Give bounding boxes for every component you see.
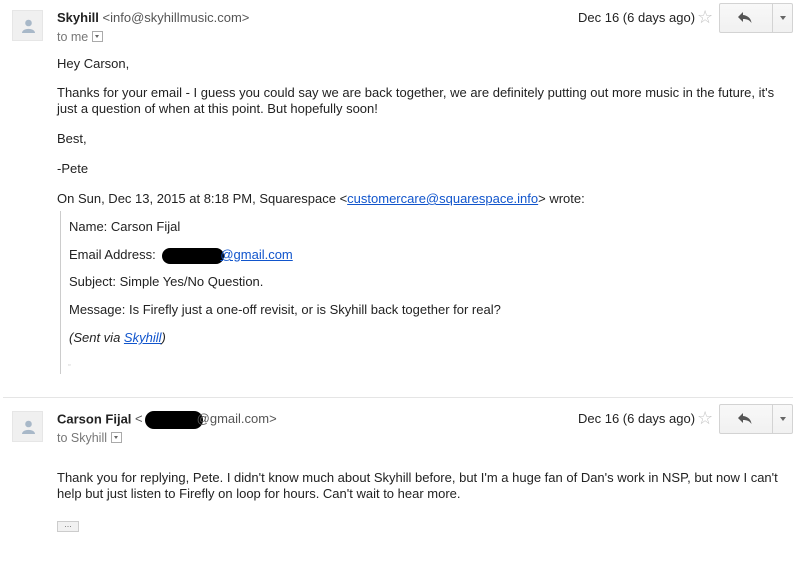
reply-button-group: [719, 404, 793, 434]
body-line: help but just listen to Firefly on loop …: [57, 486, 461, 501]
message-body: Thank you for replying, Pete. I didn't k…: [57, 470, 787, 502]
quote-sender-link[interactable]: customercare@squarespace.info: [347, 191, 538, 206]
quoted-email-link[interactable]: @gmail.com: [220, 247, 292, 262]
closing-text: Best,: [57, 131, 87, 146]
redaction-mark: [144, 411, 203, 429]
signature-text: -Pete: [57, 161, 89, 176]
message-date: Dec 16 (6 days ago): [578, 411, 696, 426]
body-line: Thanks for your email - I guess you coul…: [57, 85, 775, 100]
more-options-button[interactable]: [773, 405, 793, 433]
sender-header: Skyhill <info@skyhillmusic.com>: [57, 10, 249, 25]
body-line: Thank you for replying, Pete. I didn't k…: [57, 470, 778, 485]
star-icon[interactable]: ☆: [697, 8, 713, 26]
reply-button-group: [719, 3, 793, 33]
sender-email: <info@skyhillmusic.com>: [102, 10, 250, 25]
recipient-label: to me: [57, 30, 89, 44]
sender-header: Carson Fijal < @gmail.com>: [57, 411, 277, 429]
recipient-line: to Skyhill: [57, 431, 123, 445]
more-options-button[interactable]: [773, 4, 793, 32]
reply-arrow-icon: [738, 12, 752, 23]
body-paragraph: Thanks for your email - I guess you coul…: [57, 85, 787, 117]
sender-name[interactable]: Skyhill: [57, 10, 99, 25]
quote-attribution: On Sun, Dec 13, 2015 at 8:18 PM, Squares…: [57, 191, 787, 207]
quoted-subject: Subject: Simple Yes/No Question.: [69, 274, 264, 289]
message-divider: [3, 397, 793, 398]
redaction-mark: [162, 247, 225, 264]
reply-button[interactable]: [720, 4, 772, 32]
quote-intro-prefix: On Sun, Dec 13, 2015 at 8:18 PM, Squares…: [57, 191, 348, 206]
quoted-block: [60, 211, 70, 374]
person-icon: [22, 420, 35, 434]
sent-via-prefix: (Sent via: [69, 330, 124, 345]
show-details-dropdown-icon[interactable]: [92, 31, 104, 43]
quoted-email: Email Address: @gmail.com: [69, 247, 293, 264]
quoted-message: Message: Is Firefly just a one-off revis…: [69, 302, 501, 317]
message-date: Dec 16 (6 days ago): [578, 10, 696, 25]
quoted-name: Name: Carson Fijal: [69, 219, 181, 234]
attachment-indicator-icon: ▫: [68, 362, 71, 369]
quoted-email-label: Email Address:: [69, 247, 160, 262]
message-body: Hey Carson,: [57, 56, 787, 72]
greeting-text: Hey Carson,: [57, 56, 130, 71]
reply-button[interactable]: [720, 405, 772, 433]
sender-avatar: [12, 10, 43, 41]
reply-arrow-icon: [738, 413, 752, 424]
sent-via-suffix: ): [161, 330, 166, 345]
sent-via-link[interactable]: Skyhill: [124, 330, 162, 345]
recipient-label: to Skyhill: [57, 431, 108, 445]
sender-name[interactable]: Carson Fijal: [57, 411, 131, 426]
sender-avatar: [12, 411, 43, 442]
star-icon[interactable]: ☆: [697, 409, 713, 427]
quote-intro-suffix: > wrote:: [538, 191, 585, 206]
person-icon: [22, 19, 35, 33]
sender-email-domain: @gmail.com>: [196, 411, 277, 427]
recipient-line: to me: [57, 30, 104, 44]
quoted-sent-via: (Sent via Skyhill): [69, 330, 166, 345]
show-details-dropdown-icon[interactable]: [111, 432, 123, 444]
body-line: just a question of when at this point. B…: [57, 101, 378, 116]
show-trimmed-content-button[interactable]: ...: [57, 520, 79, 532]
sender-email-prefix: <: [135, 411, 143, 427]
sender-email: < @gmail.com>: [135, 411, 277, 429]
